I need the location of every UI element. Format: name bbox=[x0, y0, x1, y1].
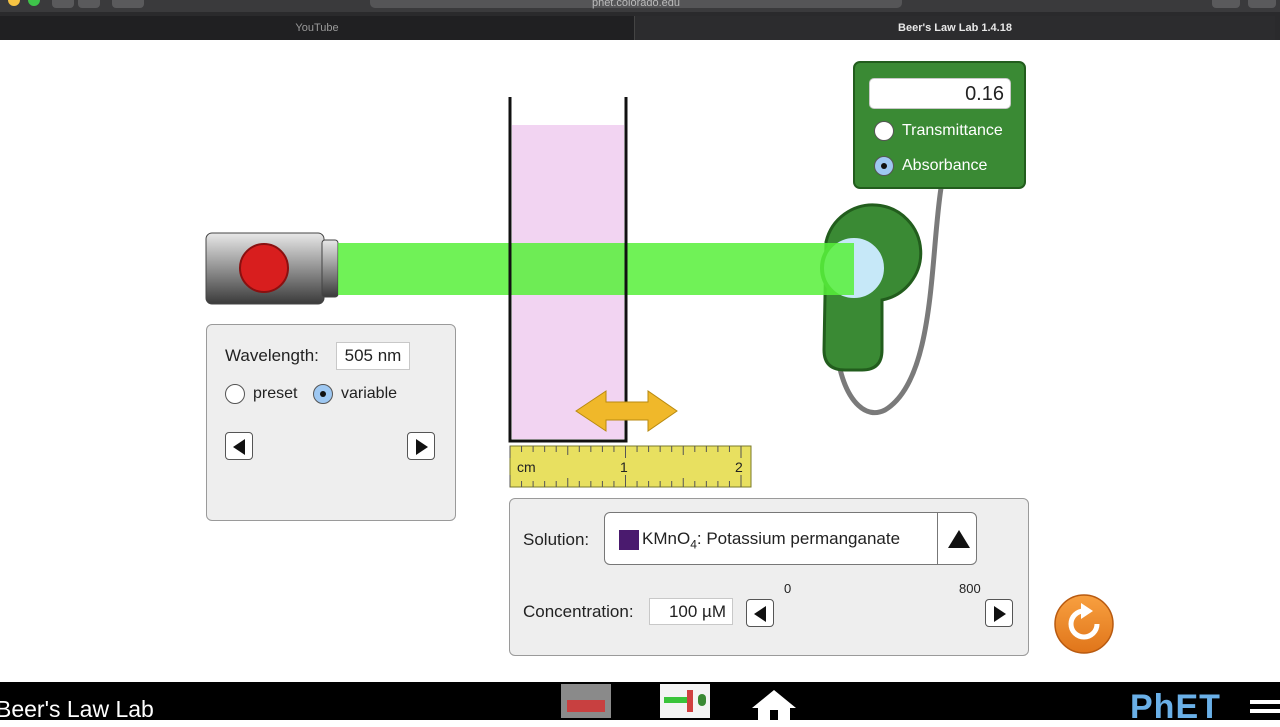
transmittance-radio[interactable] bbox=[874, 121, 894, 141]
absorbance-label[interactable]: Absorbance bbox=[902, 157, 987, 175]
browser-chrome: phet.colorado.edu YouTube Beer's Law Lab… bbox=[0, 0, 1280, 40]
menu-icon-bar bbox=[1250, 709, 1280, 713]
tab-youtube[interactable]: YouTube bbox=[0, 16, 635, 40]
home-icon[interactable] bbox=[750, 686, 798, 720]
concentration-screen-icon[interactable] bbox=[561, 684, 611, 718]
ruler-tick-1: 1 bbox=[620, 459, 628, 475]
concentration-increase-button[interactable] bbox=[985, 599, 1013, 627]
preset-radio[interactable] bbox=[225, 384, 245, 404]
light-toggle-button[interactable] bbox=[239, 243, 289, 293]
window-minimize-dot[interactable] bbox=[8, 0, 20, 6]
preset-label[interactable]: preset bbox=[253, 385, 297, 403]
variable-radio[interactable] bbox=[313, 384, 333, 404]
sidebar-button[interactable] bbox=[112, 0, 144, 8]
browser-toolbar: phet.colorado.edu bbox=[0, 0, 1280, 12]
phet-logo[interactable]: PhET bbox=[1130, 688, 1221, 727]
reset-all-button[interactable] bbox=[1054, 594, 1114, 654]
concentration-label: Concentration: bbox=[523, 602, 634, 621]
share-button[interactable] bbox=[1212, 0, 1240, 8]
beers-law-screen-icon[interactable] bbox=[660, 684, 710, 718]
concentration-value: 100 µM bbox=[649, 598, 733, 625]
window-zoom-dot[interactable] bbox=[28, 0, 40, 6]
solution-name: KMnO4: Potassium permanganate bbox=[642, 529, 900, 551]
combobox-divider bbox=[937, 513, 938, 564]
app-navbar: Beer's Law Lab PhET bbox=[0, 682, 1280, 726]
menu-icon[interactable] bbox=[1250, 700, 1280, 704]
solution-formula: KMnO bbox=[642, 529, 691, 548]
solution-color-swatch bbox=[619, 530, 639, 550]
address-bar[interactable]: phet.colorado.edu bbox=[370, 0, 902, 9]
solution-combobox[interactable]: KMnO4: Potassium permanganate bbox=[604, 512, 977, 565]
ruler-tick-2: 2 bbox=[735, 459, 743, 475]
wavelength-decrease-button[interactable] bbox=[225, 432, 253, 460]
tabs-overview-button[interactable] bbox=[1248, 0, 1276, 8]
concentration-min-label: 0 bbox=[784, 581, 792, 596]
solution-name-text: : Potassium permanganate bbox=[696, 529, 901, 548]
meter-readout: 0.16 bbox=[869, 78, 1011, 109]
wavelength-value: 505 nm bbox=[336, 342, 410, 370]
ruler[interactable] bbox=[509, 445, 752, 488]
solution-formula-subscript: 4 bbox=[690, 537, 697, 552]
light-beam bbox=[338, 243, 854, 295]
app-title: Beer's Law Lab bbox=[0, 696, 154, 722]
concentration-decrease-button[interactable] bbox=[746, 599, 774, 627]
solution-label: Solution: bbox=[523, 530, 590, 549]
back-button[interactable] bbox=[52, 0, 74, 8]
variable-label[interactable]: variable bbox=[341, 385, 397, 403]
light-source[interactable] bbox=[205, 232, 339, 305]
concentration-max-label: 800 bbox=[959, 581, 981, 596]
wavelength-increase-button[interactable] bbox=[407, 432, 435, 460]
absorbance-radio[interactable] bbox=[874, 156, 894, 176]
wavelength-label: Wavelength: bbox=[225, 346, 319, 365]
transmittance-label[interactable]: Transmittance bbox=[902, 122, 1003, 140]
dropdown-arrow-icon[interactable] bbox=[948, 530, 970, 548]
forward-button[interactable] bbox=[78, 0, 100, 8]
tab-beers-law-lab[interactable]: Beer's Law Lab 1.4.18 bbox=[635, 16, 1275, 40]
ruler-unit: cm bbox=[517, 459, 536, 475]
